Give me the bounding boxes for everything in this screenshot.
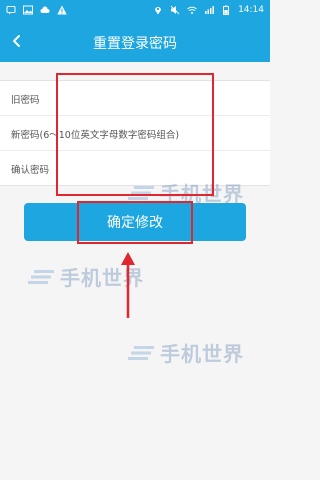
location-icon — [155, 7, 162, 15]
cloud-icon — [40, 6, 50, 13]
status-bar: 14:14 — [0, 0, 270, 22]
sms-icon — [6, 6, 16, 15]
confirm-password-label: 确认密码 — [11, 165, 50, 176]
warning-icon — [57, 5, 67, 15]
watermark-text: 手机世界 — [160, 342, 244, 366]
highlight-button-box — [77, 201, 193, 244]
wifi-icon — [187, 6, 197, 14]
highlight-inputs-box — [56, 73, 214, 196]
arrow-up-icon — [121, 252, 135, 318]
watermark-logo-icon — [28, 269, 54, 284]
status-left-icons — [6, 5, 67, 15]
status-right-icons: 14:14 — [153, 5, 264, 15]
page-title: 重置登录密码 — [93, 36, 177, 52]
image-icon — [23, 5, 33, 15]
watermark: 手机世界 — [128, 338, 244, 367]
old-password-label: 旧密码 — [11, 95, 40, 106]
watermark-logo-icon — [128, 345, 154, 360]
battery-icon — [223, 5, 230, 15]
data-icon — [205, 6, 215, 14]
clock: 14:14 — [238, 5, 264, 15]
title-bar: 重置登录密码 — [0, 22, 270, 62]
sound-off-icon — [170, 5, 180, 15]
